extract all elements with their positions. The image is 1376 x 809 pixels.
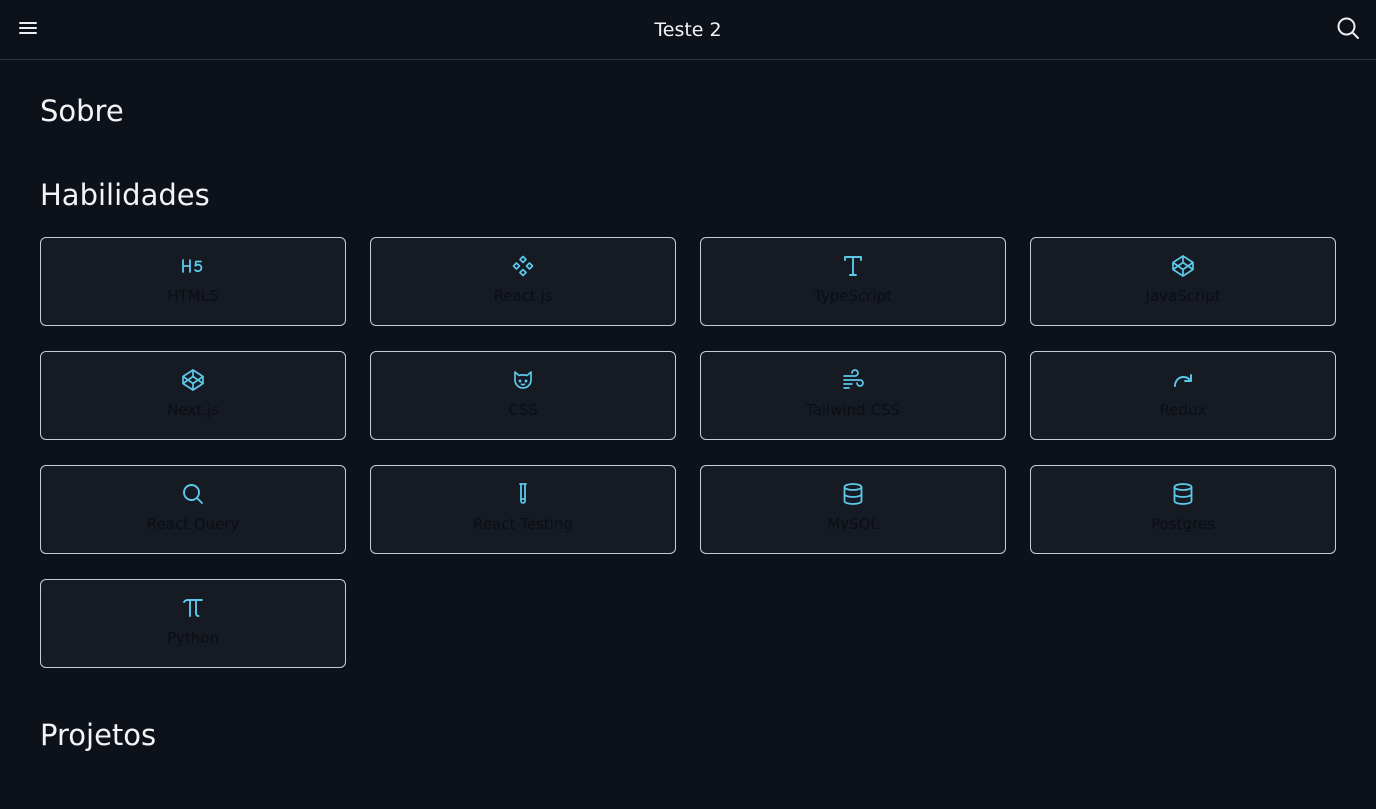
html5-icon: [181, 254, 205, 278]
react-query-icon: [181, 482, 205, 506]
skill-label: React Query: [146, 515, 240, 533]
skill-card-css[interactable]: CSS: [370, 351, 676, 440]
skill-card-tailwind[interactable]: Tailwind CSS: [700, 351, 1006, 440]
skill-card-python[interactable]: Python: [40, 579, 346, 668]
python-icon: [181, 596, 205, 620]
skill-card-nextjs[interactable]: Next.js: [40, 351, 346, 440]
skill-label: TypeScript: [814, 287, 892, 305]
search-button[interactable]: [1334, 16, 1362, 44]
skill-label: MySQL: [827, 515, 879, 533]
skill-label: Redux: [1159, 401, 1207, 419]
section-title-projetos: Projetos: [40, 718, 157, 752]
skill-label: CSS: [508, 401, 538, 419]
skill-card-mysql[interactable]: MySQL: [700, 465, 1006, 554]
skill-card-react[interactable]: React.js: [370, 237, 676, 326]
skill-card-typescript[interactable]: TypeScript: [700, 237, 1006, 326]
skill-label: JavaScript: [1145, 287, 1221, 305]
app-title: Teste 2: [654, 19, 722, 41]
tailwind-icon: [841, 368, 865, 392]
skill-card-react-testing[interactable]: React Testing: [370, 465, 676, 554]
postgres-icon: [1171, 482, 1195, 506]
menu-button[interactable]: [14, 16, 42, 44]
javascript-icon: [1171, 254, 1195, 278]
section-title-habilidades: Habilidades: [40, 178, 210, 212]
skill-card-javascript[interactable]: JavaScript: [1030, 237, 1336, 326]
skill-card-redux[interactable]: Redux: [1030, 351, 1336, 440]
skill-label: React Testing: [473, 515, 573, 533]
skill-card-react-query[interactable]: React Query: [40, 465, 346, 554]
skills-grid: HTML5 React.js TypeScript JavaScript Nex…: [40, 237, 1336, 668]
search-icon: [1336, 16, 1360, 44]
mysql-icon: [841, 482, 865, 506]
skill-label: Postgres: [1151, 515, 1215, 533]
react-icon: [511, 254, 535, 278]
skill-card-html5[interactable]: HTML5: [40, 237, 346, 326]
typescript-icon: [841, 254, 865, 278]
skill-label: Python: [167, 629, 219, 647]
react-testing-icon: [511, 482, 535, 506]
skill-card-postgres[interactable]: Postgres: [1030, 465, 1336, 554]
skill-label: Tailwind CSS: [806, 401, 900, 419]
top-app-bar: Teste 2: [0, 0, 1376, 60]
hamburger-menu-icon: [18, 20, 38, 40]
skill-label: React.js: [493, 287, 553, 305]
nextjs-icon: [181, 368, 205, 392]
redux-icon: [1171, 368, 1195, 392]
skill-label: Next.js: [167, 401, 219, 419]
section-title-sobre: Sobre: [40, 94, 124, 128]
css-icon: [511, 368, 535, 392]
skill-label: HTML5: [167, 287, 219, 305]
